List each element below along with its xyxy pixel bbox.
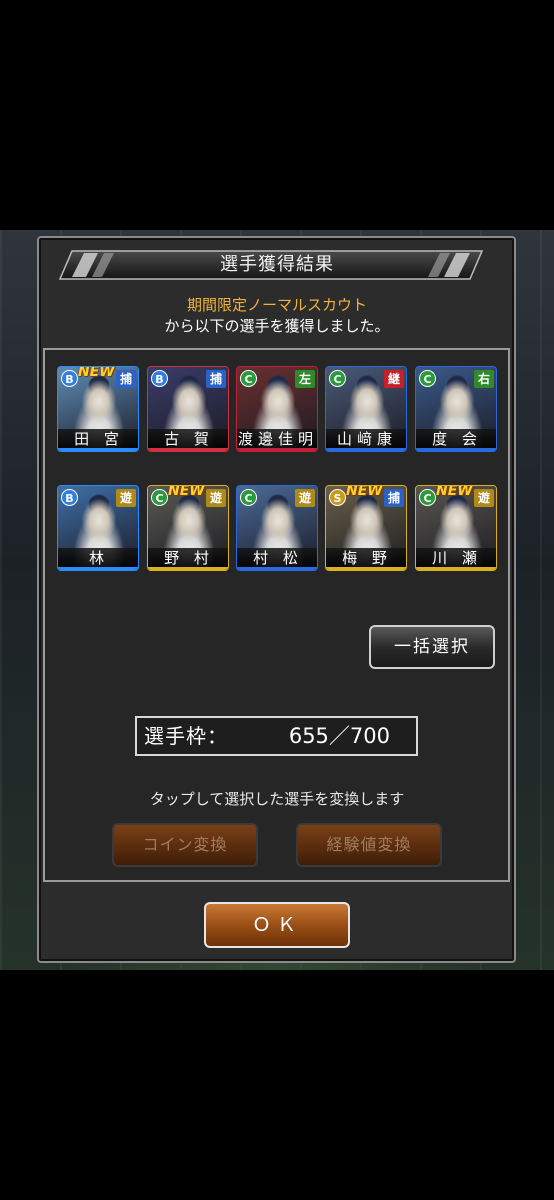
convert-hint: タップして選択した選手を変換します xyxy=(149,790,405,808)
position-badge: 左 xyxy=(295,370,315,388)
position-badge: 遊 xyxy=(116,489,136,507)
roster-label: 選手枠： xyxy=(144,724,228,748)
player-name: 梅 野 xyxy=(342,549,392,567)
player-name: 渡邊佳明 xyxy=(237,430,318,448)
player-name: 林 xyxy=(88,549,109,567)
player-name: 古 賀 xyxy=(164,430,214,448)
player-name: 山﨑康 xyxy=(336,430,397,448)
rank-badge: C xyxy=(329,370,346,387)
player-card[interactable]: 梅 野 S 捕 NEW xyxy=(325,485,407,571)
player-card[interactable]: 川 瀬 C 遊 NEW xyxy=(415,485,497,571)
rarity-stripe xyxy=(58,567,138,570)
rarity-stripe xyxy=(237,567,317,570)
rarity-stripe xyxy=(148,448,228,451)
new-badge: NEW xyxy=(78,366,115,380)
rarity-stripe xyxy=(326,567,406,570)
rarity-stripe xyxy=(416,448,496,451)
dialog-title-bar: 選手獲得結果 xyxy=(58,249,496,281)
player-name: 村 松 xyxy=(253,549,303,567)
rarity-stripe xyxy=(58,448,138,451)
position-badge: 遊 xyxy=(206,489,226,507)
new-badge: NEW xyxy=(346,485,383,499)
player-card[interactable]: 田 宮 B 捕 NEW xyxy=(57,366,139,452)
position-badge: 遊 xyxy=(474,489,494,507)
position-badge: 右 xyxy=(474,370,494,388)
dialog-title: 選手獲得結果 xyxy=(220,254,334,275)
position-badge: 捕 xyxy=(384,489,404,507)
player-card[interactable]: 度 会 C 右 xyxy=(415,366,497,452)
position-badge: 捕 xyxy=(206,370,226,388)
rank-badge: C xyxy=(419,370,436,387)
rank-badge: S xyxy=(329,489,346,506)
rarity-stripe xyxy=(148,567,228,570)
player-card[interactable]: 村 松 C 遊 xyxy=(236,485,318,571)
position-badge: 捕 xyxy=(116,370,136,388)
player-name: 田 宮 xyxy=(74,430,124,448)
coin-convert-button[interactable]: コイン変換 xyxy=(112,823,258,867)
result-message: から以下の選手を獲得しました。 xyxy=(164,317,390,335)
player-name: 川 瀬 xyxy=(432,549,482,567)
player-card[interactable]: 山﨑康 C 継 xyxy=(325,366,407,452)
player-card[interactable]: 渡邊佳明 C 左 xyxy=(236,366,318,452)
rank-badge: B xyxy=(151,370,168,387)
roster-count: 655／700 xyxy=(288,724,390,748)
player-card[interactable]: 野 村 C 遊 NEW xyxy=(147,485,229,571)
player-name: 度 会 xyxy=(432,430,482,448)
rank-badge: C xyxy=(240,370,257,387)
rarity-stripe xyxy=(237,448,317,451)
rank-badge: B xyxy=(61,489,78,506)
player-card[interactable]: 林 B 遊 xyxy=(57,485,139,571)
rarity-stripe xyxy=(416,567,496,570)
player-name: 野 村 xyxy=(164,549,214,567)
new-badge: NEW xyxy=(168,485,205,499)
rank-badge: C xyxy=(151,489,168,506)
rarity-stripe xyxy=(326,448,406,451)
rank-badge: C xyxy=(419,489,436,506)
position-badge: 遊 xyxy=(295,489,315,507)
player-card[interactable]: 古 賀 B 捕 xyxy=(147,366,229,452)
exp-convert-button[interactable]: 経験値変換 xyxy=(296,823,442,867)
rank-badge: B xyxy=(61,370,78,387)
position-badge: 継 xyxy=(384,370,404,388)
rank-badge: C xyxy=(240,489,257,506)
new-badge: NEW xyxy=(436,485,473,499)
bulk-select-button[interactable]: 一括選択 xyxy=(369,625,495,669)
roster-capacity-box: 選手枠： 655／700 xyxy=(135,716,418,756)
ok-button[interactable]: ＯＫ xyxy=(204,902,350,948)
scout-name: 期間限定ノーマルスカウト xyxy=(186,296,367,314)
